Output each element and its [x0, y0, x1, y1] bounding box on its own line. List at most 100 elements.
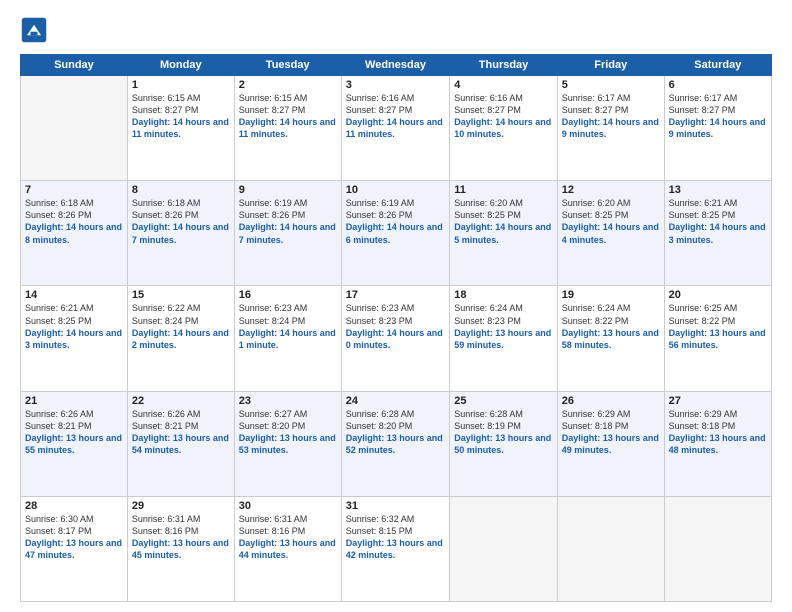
calendar-cell: 20Sunrise: 6:25 AMSunset: 8:22 PMDayligh… [664, 286, 771, 391]
day-info: Sunrise: 6:20 AMSunset: 8:25 PMDaylight:… [454, 197, 553, 246]
daylight-label: Daylight: 13 hours and 54 minutes. [132, 433, 229, 455]
day-info: Sunrise: 6:16 AMSunset: 8:27 PMDaylight:… [454, 92, 553, 141]
week-row-4: 21Sunrise: 6:26 AMSunset: 8:21 PMDayligh… [21, 391, 772, 496]
calendar-cell [664, 496, 771, 601]
day-info: Sunrise: 6:17 AMSunset: 8:27 PMDaylight:… [669, 92, 767, 141]
weekday-sunday: Sunday [21, 55, 128, 76]
day-info: Sunrise: 6:24 AMSunset: 8:23 PMDaylight:… [454, 302, 553, 351]
day-info: Sunrise: 6:18 AMSunset: 8:26 PMDaylight:… [25, 197, 123, 246]
calendar-cell: 6Sunrise: 6:17 AMSunset: 8:27 PMDaylight… [664, 76, 771, 181]
day-info: Sunrise: 6:31 AMSunset: 8:16 PMDaylight:… [239, 513, 337, 562]
calendar-cell: 18Sunrise: 6:24 AMSunset: 8:23 PMDayligh… [450, 286, 558, 391]
day-number: 24 [346, 395, 446, 407]
day-number: 23 [239, 395, 337, 407]
daylight-label: Daylight: 13 hours and 42 minutes. [346, 538, 443, 560]
page: SundayMondayTuesdayWednesdayThursdayFrid… [0, 0, 792, 612]
daylight-label: Daylight: 14 hours and 11 minutes. [346, 117, 443, 139]
day-info: Sunrise: 6:23 AMSunset: 8:24 PMDaylight:… [239, 302, 337, 351]
day-info: Sunrise: 6:19 AMSunset: 8:26 PMDaylight:… [239, 197, 337, 246]
day-info: Sunrise: 6:32 AMSunset: 8:15 PMDaylight:… [346, 513, 446, 562]
daylight-label: Daylight: 13 hours and 48 minutes. [669, 433, 766, 455]
day-info: Sunrise: 6:27 AMSunset: 8:20 PMDaylight:… [239, 408, 337, 457]
day-number: 22 [132, 395, 230, 407]
daylight-label: Daylight: 13 hours and 47 minutes. [25, 538, 122, 560]
day-info: Sunrise: 6:24 AMSunset: 8:22 PMDaylight:… [562, 302, 660, 351]
day-info: Sunrise: 6:26 AMSunset: 8:21 PMDaylight:… [25, 408, 123, 457]
day-number: 6 [669, 79, 767, 91]
calendar-cell: 26Sunrise: 6:29 AMSunset: 8:18 PMDayligh… [557, 391, 664, 496]
calendar-cell: 24Sunrise: 6:28 AMSunset: 8:20 PMDayligh… [341, 391, 450, 496]
day-info: Sunrise: 6:15 AMSunset: 8:27 PMDaylight:… [132, 92, 230, 141]
calendar-cell: 14Sunrise: 6:21 AMSunset: 8:25 PMDayligh… [21, 286, 128, 391]
calendar-cell: 23Sunrise: 6:27 AMSunset: 8:20 PMDayligh… [234, 391, 341, 496]
daylight-label: Daylight: 14 hours and 11 minutes. [239, 117, 336, 139]
daylight-label: Daylight: 14 hours and 11 minutes. [132, 117, 229, 139]
daylight-label: Daylight: 14 hours and 3 minutes. [25, 328, 122, 350]
day-info: Sunrise: 6:20 AMSunset: 8:25 PMDaylight:… [562, 197, 660, 246]
day-number: 26 [562, 395, 660, 407]
daylight-label: Daylight: 13 hours and 59 minutes. [454, 328, 551, 350]
calendar-cell: 1Sunrise: 6:15 AMSunset: 8:27 PMDaylight… [127, 76, 234, 181]
calendar-cell: 17Sunrise: 6:23 AMSunset: 8:23 PMDayligh… [341, 286, 450, 391]
logo-icon [20, 16, 48, 44]
day-info: Sunrise: 6:31 AMSunset: 8:16 PMDaylight:… [132, 513, 230, 562]
calendar-cell: 22Sunrise: 6:26 AMSunset: 8:21 PMDayligh… [127, 391, 234, 496]
day-number: 19 [562, 289, 660, 301]
day-number: 27 [669, 395, 767, 407]
day-number: 18 [454, 289, 553, 301]
calendar-cell: 10Sunrise: 6:19 AMSunset: 8:26 PMDayligh… [341, 181, 450, 286]
weekday-thursday: Thursday [450, 55, 558, 76]
daylight-label: Daylight: 13 hours and 44 minutes. [239, 538, 336, 560]
logo [20, 16, 52, 44]
day-info: Sunrise: 6:28 AMSunset: 8:19 PMDaylight:… [454, 408, 553, 457]
daylight-label: Daylight: 14 hours and 2 minutes. [132, 328, 229, 350]
day-number: 31 [346, 500, 446, 512]
weekday-monday: Monday [127, 55, 234, 76]
calendar-cell: 30Sunrise: 6:31 AMSunset: 8:16 PMDayligh… [234, 496, 341, 601]
week-row-5: 28Sunrise: 6:30 AMSunset: 8:17 PMDayligh… [21, 496, 772, 601]
day-info: Sunrise: 6:16 AMSunset: 8:27 PMDaylight:… [346, 92, 446, 141]
daylight-label: Daylight: 14 hours and 1 minute. [239, 328, 336, 350]
day-number: 8 [132, 184, 230, 196]
day-number: 30 [239, 500, 337, 512]
calendar-cell: 19Sunrise: 6:24 AMSunset: 8:22 PMDayligh… [557, 286, 664, 391]
daylight-label: Daylight: 13 hours and 53 minutes. [239, 433, 336, 455]
calendar-cell [557, 496, 664, 601]
calendar-cell: 31Sunrise: 6:32 AMSunset: 8:15 PMDayligh… [341, 496, 450, 601]
weekday-wednesday: Wednesday [341, 55, 450, 76]
daylight-label: Daylight: 14 hours and 7 minutes. [239, 222, 336, 244]
daylight-label: Daylight: 13 hours and 49 minutes. [562, 433, 659, 455]
day-info: Sunrise: 6:21 AMSunset: 8:25 PMDaylight:… [669, 197, 767, 246]
week-row-1: 1Sunrise: 6:15 AMSunset: 8:27 PMDaylight… [21, 76, 772, 181]
daylight-label: Daylight: 13 hours and 56 minutes. [669, 328, 766, 350]
calendar-cell: 5Sunrise: 6:17 AMSunset: 8:27 PMDaylight… [557, 76, 664, 181]
daylight-label: Daylight: 13 hours and 55 minutes. [25, 433, 122, 455]
calendar-cell: 4Sunrise: 6:16 AMSunset: 8:27 PMDaylight… [450, 76, 558, 181]
day-info: Sunrise: 6:28 AMSunset: 8:20 PMDaylight:… [346, 408, 446, 457]
day-info: Sunrise: 6:17 AMSunset: 8:27 PMDaylight:… [562, 92, 660, 141]
calendar-table: SundayMondayTuesdayWednesdayThursdayFrid… [20, 54, 772, 602]
calendar-cell: 2Sunrise: 6:15 AMSunset: 8:27 PMDaylight… [234, 76, 341, 181]
daylight-label: Daylight: 14 hours and 10 minutes. [454, 117, 551, 139]
calendar-cell: 8Sunrise: 6:18 AMSunset: 8:26 PMDaylight… [127, 181, 234, 286]
day-number: 13 [669, 184, 767, 196]
day-number: 17 [346, 289, 446, 301]
daylight-label: Daylight: 14 hours and 9 minutes. [669, 117, 766, 139]
day-number: 28 [25, 500, 123, 512]
calendar-cell [21, 76, 128, 181]
header [20, 16, 772, 44]
daylight-label: Daylight: 14 hours and 4 minutes. [562, 222, 659, 244]
day-number: 20 [669, 289, 767, 301]
day-info: Sunrise: 6:29 AMSunset: 8:18 PMDaylight:… [669, 408, 767, 457]
day-info: Sunrise: 6:15 AMSunset: 8:27 PMDaylight:… [239, 92, 337, 141]
day-info: Sunrise: 6:22 AMSunset: 8:24 PMDaylight:… [132, 302, 230, 351]
day-info: Sunrise: 6:26 AMSunset: 8:21 PMDaylight:… [132, 408, 230, 457]
day-number: 9 [239, 184, 337, 196]
day-number: 11 [454, 184, 553, 196]
calendar-cell: 25Sunrise: 6:28 AMSunset: 8:19 PMDayligh… [450, 391, 558, 496]
day-info: Sunrise: 6:23 AMSunset: 8:23 PMDaylight:… [346, 302, 446, 351]
day-number: 5 [562, 79, 660, 91]
week-row-2: 7Sunrise: 6:18 AMSunset: 8:26 PMDaylight… [21, 181, 772, 286]
week-row-3: 14Sunrise: 6:21 AMSunset: 8:25 PMDayligh… [21, 286, 772, 391]
calendar-cell: 12Sunrise: 6:20 AMSunset: 8:25 PMDayligh… [557, 181, 664, 286]
